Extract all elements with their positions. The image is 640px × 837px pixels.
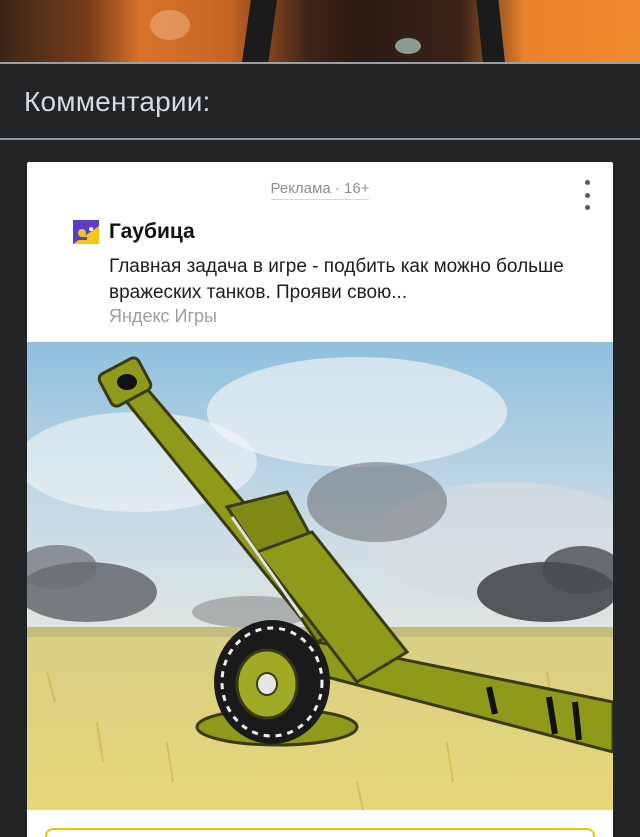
- divider: [0, 138, 640, 140]
- comments-heading: Комментарии:: [24, 86, 211, 117]
- more-vertical-icon[interactable]: [579, 178, 595, 212]
- photo-detail: [395, 38, 421, 54]
- photo-strap: [239, 0, 279, 62]
- header-photo: [0, 0, 640, 62]
- ad-label: Реклама · 16+: [27, 180, 613, 200]
- ad-title[interactable]: Гаубица: [109, 220, 195, 244]
- ad-card[interactable]: Реклама · 16+ Гаубица Главная задача в и…: [27, 162, 613, 837]
- ad-image[interactable]: [27, 342, 613, 810]
- gamepad-icon: [73, 220, 99, 244]
- ad-header[interactable]: Гаубица: [73, 220, 195, 244]
- photo-detail: [150, 10, 190, 40]
- howitzer-illustration: [27, 342, 613, 810]
- ad-label-text: Реклама · 16+: [270, 180, 370, 200]
- ad-source: Яндекс Игры: [109, 306, 217, 326]
- ad-action-button[interactable]: [45, 828, 595, 837]
- divider: [0, 62, 640, 64]
- ad-description[interactable]: Главная задача в игре - подбить как можн…: [109, 254, 569, 306]
- photo-strap: [475, 0, 507, 62]
